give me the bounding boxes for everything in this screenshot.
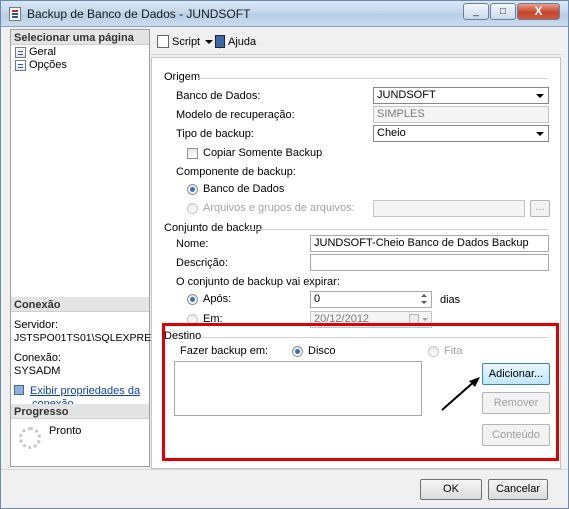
dialog-footer: OK Cancelar xyxy=(1,469,568,508)
origem-group-title: Origem xyxy=(164,71,201,83)
help-icon xyxy=(215,35,225,48)
backup-type-label: Tipo de backup: xyxy=(176,128,254,140)
help-button[interactable]: Ajuda xyxy=(215,34,256,50)
component-files-label: Arquivos e grupos de arquivos: xyxy=(203,202,355,214)
component-database-label: Banco de Dados xyxy=(203,183,285,195)
files-field xyxy=(373,200,525,217)
script-button[interactable]: Script xyxy=(157,34,221,50)
minimize-button[interactable]: _ xyxy=(463,3,489,20)
script-icon xyxy=(157,35,169,48)
page-item-opcoes[interactable]: Opções xyxy=(11,59,149,72)
chevron-down-icon xyxy=(536,94,544,98)
days-unit-label: dias xyxy=(440,294,461,306)
progress-spinner-icon xyxy=(19,427,41,449)
recovery-model-field: SIMPLES xyxy=(373,106,549,123)
database-value: JUNDSOFT xyxy=(377,89,436,101)
origem-divider xyxy=(198,78,548,79)
copy-only-checkbox[interactable] xyxy=(187,148,198,159)
expire-after-days-input[interactable]: 0 xyxy=(310,291,432,308)
backup-name-input[interactable]: JUNDSOFT-Cheio Banco de Dados Backup xyxy=(310,235,549,252)
chevron-down-icon xyxy=(422,318,428,321)
copy-only-label: Copiar Somente Backup xyxy=(203,147,323,159)
backup-set-divider xyxy=(244,229,548,230)
browse-files-button[interactable]: ... xyxy=(530,200,550,217)
backup-type-select[interactable]: Cheio xyxy=(373,125,549,142)
script-label: Script xyxy=(172,36,201,48)
left-pane: Selecionar uma página Geral Opções Conex… xyxy=(10,29,166,467)
description-input[interactable] xyxy=(310,254,549,271)
backup-set-group-title: Conjunto de backup xyxy=(164,222,262,234)
ok-button[interactable]: OK xyxy=(420,479,482,500)
expire-label: O conjunto de backup vai expirar: xyxy=(176,276,340,288)
close-button[interactable]: X xyxy=(517,3,560,20)
progress-section: Progresso Pronto xyxy=(11,404,149,465)
page-item-geral[interactable]: Geral xyxy=(11,46,149,59)
window-title: Backup de Banco de Dados - JUNDSOFT xyxy=(27,7,251,21)
description-label: Descrição: xyxy=(176,257,228,269)
connection-section: Conexão Servidor: JSTSPO01TS01\SQLEXPRES… xyxy=(11,297,166,411)
server-value: JSTSPO01TS01\SQLEXPRESS xyxy=(14,332,166,344)
chevron-down-icon xyxy=(205,40,214,44)
connection-header: Conexão xyxy=(11,297,149,312)
page-icon xyxy=(15,47,26,58)
expire-after-days-value: 0 xyxy=(314,293,321,305)
maximize-button[interactable]: □ xyxy=(490,3,516,20)
server-label: Servidor: xyxy=(14,319,59,331)
progress-status: Pronto xyxy=(49,425,82,437)
chevron-down-icon xyxy=(536,132,544,136)
expire-after-label: Após: xyxy=(203,293,232,305)
page-icon xyxy=(15,60,26,71)
connection-label: Conexão: xyxy=(14,352,62,364)
component-database-radio[interactable] xyxy=(187,184,198,195)
app-icon xyxy=(9,7,21,21)
database-select[interactable]: JUNDSOFT xyxy=(373,87,549,104)
recovery-model-value: SIMPLES xyxy=(377,108,425,120)
backup-component-label: Componente de backup: xyxy=(176,166,296,178)
page-item-opcoes-label: Opções xyxy=(29,59,67,71)
connection-value: SYSADM xyxy=(14,365,61,377)
select-page-section: Selecionar uma página Geral Opções xyxy=(11,30,149,72)
link-line-1: Exibir propriedades da xyxy=(30,385,141,397)
backup-name-label: Nome: xyxy=(176,238,209,250)
database-label: Banco de Dados: xyxy=(176,90,261,102)
progress-header: Progresso xyxy=(11,404,149,419)
title-bar[interactable]: Backup de Banco de Dados - JUNDSOFT _ □ … xyxy=(1,1,568,27)
toolbar: Script Ajuda xyxy=(151,29,561,55)
backup-type-value: Cheio xyxy=(377,127,406,139)
destination-highlight-box xyxy=(162,323,559,461)
backup-dialog-window: Backup de Banco de Dados - JUNDSOFT _ □ … xyxy=(0,0,569,509)
expire-after-radio[interactable] xyxy=(187,294,198,305)
cancel-button[interactable]: Cancelar xyxy=(488,479,548,500)
select-page-header: Selecionar uma página xyxy=(11,30,149,45)
component-files-radio[interactable] xyxy=(187,203,198,214)
backup-name-value: JUNDSOFT-Cheio Banco de Dados Backup xyxy=(314,237,529,249)
help-label: Ajuda xyxy=(228,36,257,48)
properties-icon xyxy=(14,385,24,395)
spin-updown-icon[interactable] xyxy=(420,291,430,308)
page-item-geral-label: Geral xyxy=(29,46,56,58)
recovery-model-label: Modelo de recuperação: xyxy=(176,109,295,121)
